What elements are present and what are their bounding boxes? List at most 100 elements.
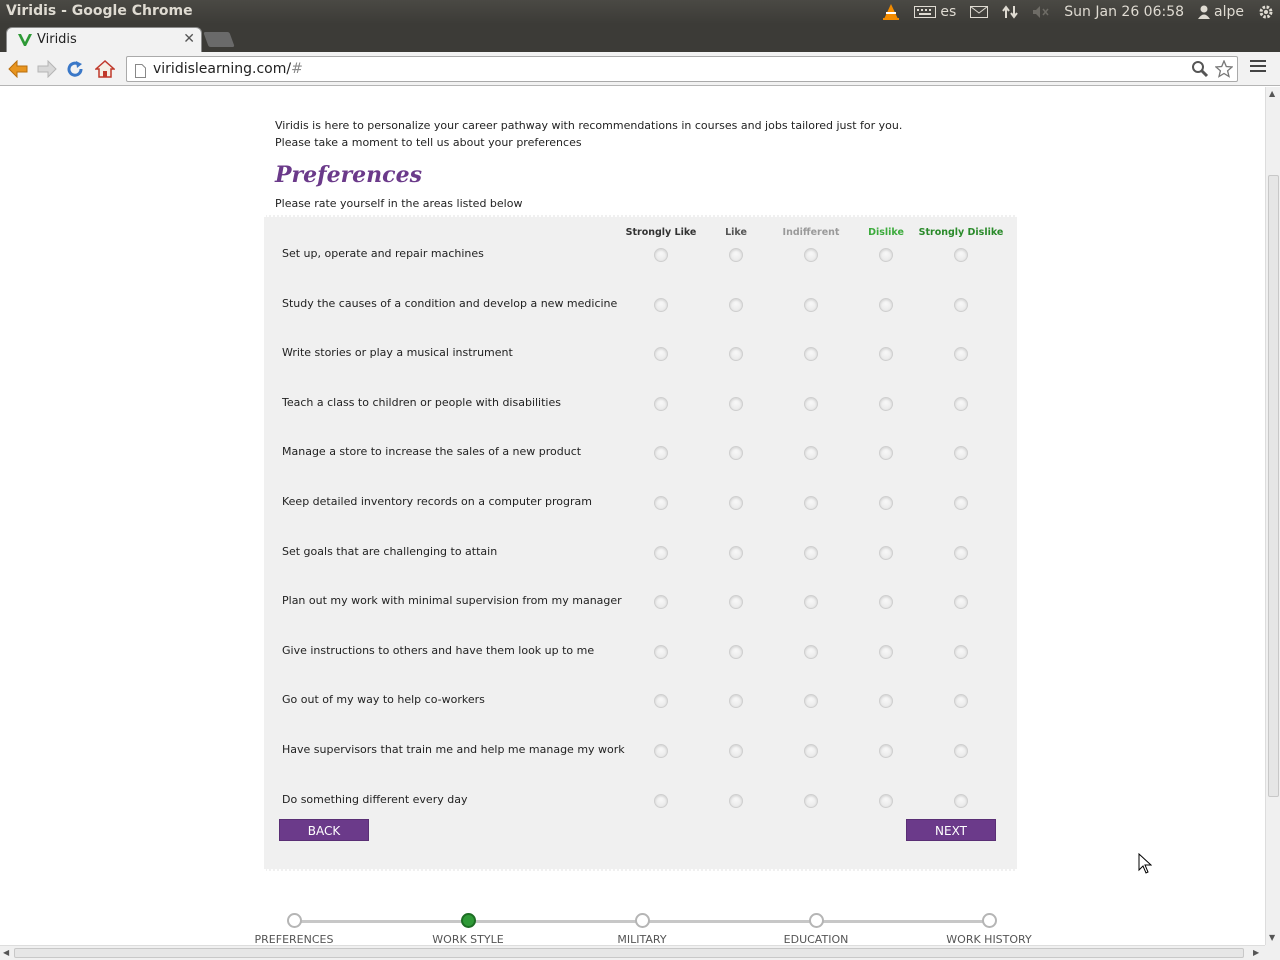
rating-radio[interactable]: [729, 644, 743, 659]
rating-radio[interactable]: [954, 744, 968, 758]
rating-radio[interactable]: [879, 446, 893, 461]
rating-radio[interactable]: [654, 644, 668, 659]
address-bar[interactable]: viridislearning.com/#: [126, 56, 1238, 82]
rating-radio[interactable]: [879, 595, 893, 610]
progress-step-label[interactable]: EDUCATION: [756, 933, 876, 945]
vlc-icon[interactable]: [882, 3, 900, 21]
rating-radio[interactable]: [954, 595, 968, 610]
rating-radio[interactable]: [729, 694, 743, 709]
volume-muted-icon[interactable]: [1032, 5, 1050, 19]
rating-radio[interactable]: [654, 744, 668, 758]
rating-radio[interactable]: [729, 396, 743, 411]
scroll-right-arrow-icon[interactable]: ▶: [1253, 948, 1259, 957]
power-gear-icon[interactable]: [1258, 4, 1274, 20]
rating-radio[interactable]: [654, 793, 668, 808]
rating-radio[interactable]: [729, 793, 743, 808]
rating-radio[interactable]: [804, 446, 818, 461]
rating-radio[interactable]: [804, 595, 818, 610]
rating-radio[interactable]: [954, 446, 968, 461]
rating-radio[interactable]: [729, 595, 743, 610]
clock[interactable]: Sun Jan 26 06:58: [1064, 4, 1184, 20]
rating-radio[interactable]: [954, 545, 968, 560]
rating-radio[interactable]: [654, 694, 668, 709]
bookmark-star-icon[interactable]: [1214, 59, 1234, 82]
progress-step-label[interactable]: WORK HISTORY: [929, 933, 1049, 945]
rating-radio[interactable]: [879, 545, 893, 560]
rating-radio[interactable]: [729, 744, 743, 758]
scroll-left-arrow-icon[interactable]: ◀: [3, 948, 9, 957]
progress-step-dot[interactable]: [982, 913, 997, 928]
rating-radio[interactable]: [954, 694, 968, 709]
rating-radio[interactable]: [729, 347, 743, 362]
rating-radio[interactable]: [804, 793, 818, 808]
user-name[interactable]: alpe: [1214, 4, 1244, 20]
rating-radio[interactable]: [729, 248, 743, 262]
back-button[interactable]: BACK: [279, 819, 369, 841]
rating-radio[interactable]: [654, 347, 668, 362]
rating-radio[interactable]: [804, 545, 818, 560]
rating-radio[interactable]: [729, 297, 743, 312]
rating-radio[interactable]: [954, 496, 968, 510]
rating-radio[interactable]: [804, 496, 818, 510]
keyboard-layout[interactable]: es: [940, 4, 956, 20]
rating-radio[interactable]: [654, 496, 668, 510]
forward-arrow-icon[interactable]: [36, 58, 58, 80]
new-tab-button[interactable]: [203, 32, 235, 47]
rating-radio[interactable]: [804, 248, 818, 262]
rating-radio[interactable]: [879, 496, 893, 510]
progress-step-label[interactable]: PREFERENCES: [234, 933, 354, 945]
rating-radio[interactable]: [804, 744, 818, 758]
rating-radio[interactable]: [954, 248, 968, 262]
rating-radio[interactable]: [654, 396, 668, 411]
horizontal-scroll-thumb[interactable]: [14, 948, 1244, 958]
url-text[interactable]: viridislearning.com/#: [153, 61, 303, 77]
rating-radio[interactable]: [954, 793, 968, 808]
rating-radio[interactable]: [804, 297, 818, 312]
scroll-up-arrow-icon[interactable]: ▲: [1269, 89, 1275, 98]
vertical-scroll-thumb[interactable]: [1268, 175, 1279, 797]
keyboard-icon[interactable]: [914, 6, 937, 18]
rating-radio[interactable]: [729, 446, 743, 461]
tab-viridis[interactable]: Viridis ✕: [6, 27, 202, 52]
rating-radio[interactable]: [879, 347, 893, 362]
rating-radio[interactable]: [879, 694, 893, 709]
progress-step-dot[interactable]: [461, 913, 476, 928]
back-arrow-icon[interactable]: [7, 58, 29, 80]
rating-radio[interactable]: [804, 347, 818, 362]
next-button[interactable]: NEXT: [906, 819, 996, 841]
progress-step-dot[interactable]: [287, 913, 302, 928]
rating-radio[interactable]: [954, 396, 968, 411]
rating-radio[interactable]: [804, 644, 818, 659]
rating-radio[interactable]: [954, 644, 968, 659]
progress-step-dot[interactable]: [635, 913, 650, 928]
rating-radio[interactable]: [729, 496, 743, 510]
horizontal-scrollbar[interactable]: ◀ ▶: [0, 945, 1265, 960]
network-icon[interactable]: [1002, 4, 1019, 20]
progress-step-label[interactable]: WORK STYLE: [408, 933, 528, 945]
scroll-down-arrow-icon[interactable]: ▼: [1269, 933, 1275, 942]
progress-step-label[interactable]: MILITARY: [582, 933, 702, 945]
chrome-menu-icon[interactable]: [1250, 60, 1266, 74]
rating-radio[interactable]: [879, 248, 893, 262]
rating-radio[interactable]: [879, 793, 893, 808]
rating-radio[interactable]: [654, 545, 668, 560]
progress-step-dot[interactable]: [809, 913, 824, 928]
vertical-scrollbar[interactable]: ▲ ▼: [1265, 87, 1280, 945]
rating-radio[interactable]: [654, 297, 668, 312]
home-icon[interactable]: [94, 58, 116, 80]
rating-radio[interactable]: [654, 248, 668, 262]
close-tab-icon[interactable]: ✕: [183, 31, 195, 47]
rating-radio[interactable]: [954, 297, 968, 312]
rating-radio[interactable]: [879, 744, 893, 758]
rating-radio[interactable]: [804, 396, 818, 411]
rating-radio[interactable]: [654, 446, 668, 461]
rating-radio[interactable]: [729, 545, 743, 560]
reload-icon[interactable]: [64, 58, 86, 80]
user-icon[interactable]: [1198, 5, 1211, 19]
rating-radio[interactable]: [954, 347, 968, 362]
rating-radio[interactable]: [879, 396, 893, 411]
mail-icon[interactable]: [970, 6, 989, 18]
rating-radio[interactable]: [654, 595, 668, 610]
rating-radio[interactable]: [879, 644, 893, 659]
rating-radio[interactable]: [804, 694, 818, 709]
